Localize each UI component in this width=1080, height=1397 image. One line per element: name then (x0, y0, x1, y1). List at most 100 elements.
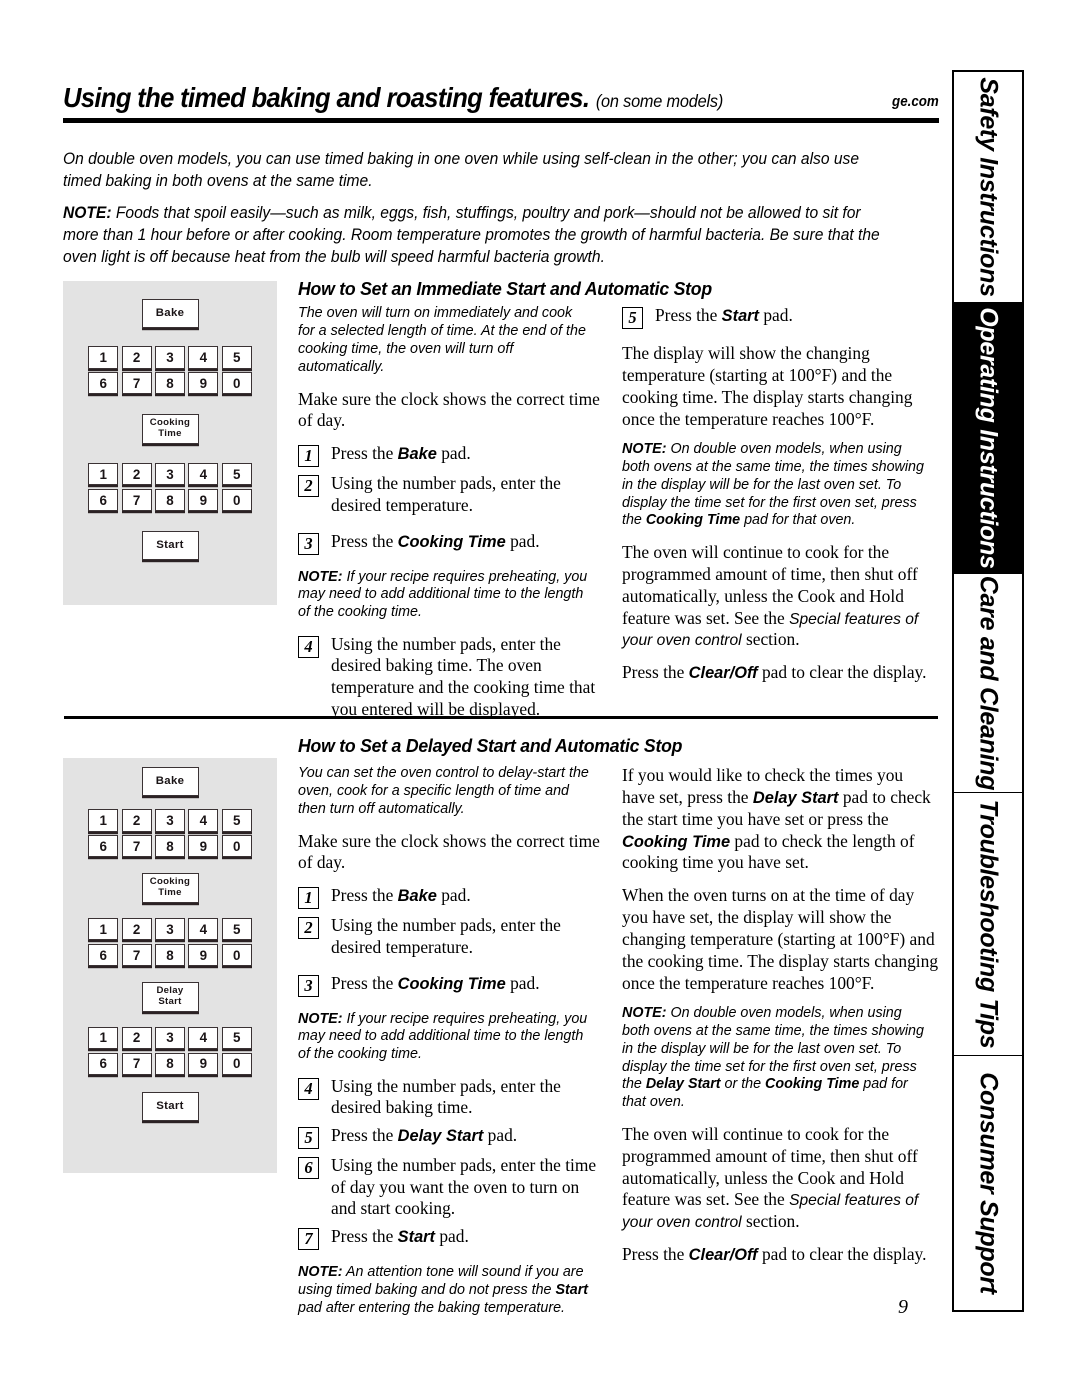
num-key-1[interactable]: 1 (88, 346, 119, 369)
num-key-1[interactable]: 1 (88, 809, 119, 832)
num-key-3[interactable]: 3 (155, 346, 185, 369)
num-key-6[interactable]: 6 (88, 488, 119, 512)
step-text-pre: Using the number pads, enter the desired… (331, 633, 596, 719)
step-text: Press the Bake pad. (331, 885, 603, 907)
num-key-2[interactable]: 2 (121, 346, 152, 369)
note-text-bold: Start (555, 1281, 589, 1298)
num-key-5[interactable]: 5 (221, 917, 252, 941)
page-title-qualifier: (on some models) (595, 91, 724, 111)
step-text-pre: Press the (331, 1125, 398, 1146)
num-key-5[interactable]: 5 (221, 346, 252, 369)
num-key-9[interactable]: 9 (188, 943, 219, 967)
num-key-9[interactable]: 9 (188, 1052, 219, 1076)
step-item: 3 Press the Cooking Time pad. (298, 531, 603, 555)
num-key-8[interactable]: 8 (155, 1052, 185, 1076)
num-key-8[interactable]: 8 (155, 371, 185, 395)
num-key-4[interactable]: 4 (188, 462, 219, 486)
step-number: 4 (298, 1077, 319, 1100)
step-number: 4 (298, 635, 319, 658)
step-item: 3 Press the Cooking Time pad. (298, 973, 603, 997)
sidebar-item-care-and-cleaning[interactable]: Care and Cleaning (954, 574, 1022, 793)
number-row-bottom: 6 7 8 9 0 (88, 371, 252, 395)
start-pad[interactable]: Start (141, 1092, 199, 1122)
section-divider-rule (64, 716, 938, 719)
num-key-3[interactable]: 3 (155, 462, 185, 486)
num-key-4[interactable]: 4 (188, 917, 219, 941)
num-key-9[interactable]: 9 (188, 834, 219, 858)
cooking-time-pad[interactable]: Cooking Time (141, 414, 199, 444)
num-key-3[interactable]: 3 (155, 1026, 185, 1050)
num-key-5[interactable]: 5 (221, 1026, 252, 1050)
sidebar-item-label: Care and Cleaning (974, 575, 1003, 791)
note-label: NOTE: (298, 568, 343, 585)
step-item: 4 Using the number pads, enter the desir… (298, 634, 603, 721)
brand-url: ge.com (892, 93, 939, 110)
step-item: 1 Press the Bake pad. (298, 443, 603, 468)
num-key-2[interactable]: 2 (121, 809, 152, 832)
num-key-0[interactable]: 0 (221, 371, 252, 395)
num-key-8[interactable]: 8 (155, 943, 185, 967)
section-heading-immediate-start: How to Set an Immediate Start and Automa… (298, 278, 712, 299)
num-key-8[interactable]: 8 (155, 834, 185, 858)
step-text: Press the Bake pad. (331, 443, 603, 465)
sidebar-item-consumer-support[interactable]: Consumer Support (954, 1056, 1022, 1310)
sidebar-item-label: Safety Instructions (974, 77, 1003, 297)
num-key-0[interactable]: 0 (221, 943, 252, 967)
clear-text-b: pad to clear the display. (757, 1244, 927, 1265)
step-number: 3 (298, 974, 319, 997)
num-key-0[interactable]: 0 (221, 1052, 252, 1076)
num-key-7[interactable]: 7 (121, 488, 152, 512)
num-key-6[interactable]: 6 (88, 834, 119, 858)
num-key-7[interactable]: 7 (121, 943, 152, 967)
num-key-2[interactable]: 2 (121, 462, 152, 486)
step-text: Using the number pads, enter the time of… (331, 1155, 603, 1220)
number-row-top: 1 2 3 4 5 (88, 917, 252, 941)
step-text-bold: Start (397, 1228, 436, 1247)
num-key-1[interactable]: 1 (88, 917, 119, 941)
num-key-7[interactable]: 7 (121, 1052, 152, 1076)
step-text-bold: Cooking Time (397, 532, 506, 551)
num-key-6[interactable]: 6 (88, 371, 119, 395)
num-key-7[interactable]: 7 (121, 371, 152, 395)
num-key-0[interactable]: 0 (221, 488, 252, 512)
step-text-pre: Press the (655, 305, 722, 325)
bake-pad[interactable]: Bake (141, 299, 199, 328)
num-key-7[interactable]: 7 (121, 834, 152, 858)
page-header: Using the timed baking and roasting feat… (63, 82, 939, 123)
sidebar-item-troubleshooting-tips[interactable]: Troubleshooting Tips (954, 793, 1022, 1056)
num-key-9[interactable]: 9 (188, 488, 219, 512)
step-text-post: pad. (505, 530, 540, 551)
num-key-6[interactable]: 6 (88, 943, 119, 967)
cooking-time-pad[interactable]: Cooking Time (141, 873, 199, 903)
section-heading-delayed-start: How to Set a Delayed Start and Automatic… (298, 735, 683, 756)
num-key-0[interactable]: 0 (221, 834, 252, 858)
num-key-4[interactable]: 4 (188, 346, 219, 369)
num-key-4[interactable]: 4 (188, 809, 219, 832)
num-key-9[interactable]: 9 (188, 371, 219, 395)
start-pad[interactable]: Start (141, 531, 199, 561)
step-text-post: pad. (436, 885, 471, 906)
immediate-clock-note: Make sure the clock shows the correct ti… (298, 388, 600, 431)
delay-start-pad[interactable]: Delay Start (141, 982, 199, 1012)
num-key-1[interactable]: 1 (88, 462, 119, 486)
bake-pad-label: Bake (155, 775, 185, 788)
sidebar-item-label: Troubleshooting Tips (974, 799, 1003, 1049)
num-key-8[interactable]: 8 (155, 488, 185, 512)
num-key-3[interactable]: 3 (155, 809, 185, 832)
num-key-2[interactable]: 2 (121, 1026, 152, 1050)
num-key-1[interactable]: 1 (88, 1026, 119, 1050)
sidebar-item-operating-instructions[interactable]: Operating Instructions (954, 303, 1022, 574)
num-key-2[interactable]: 2 (121, 917, 152, 941)
num-key-5[interactable]: 5 (221, 462, 252, 486)
num-key-6[interactable]: 6 (88, 1052, 119, 1076)
sidebar-item-label: Operating Instructions (974, 307, 1003, 569)
page-title-main: Using the timed baking and roasting feat… (63, 82, 590, 113)
step-text-post: pad. (505, 972, 540, 993)
num-key-3[interactable]: 3 (155, 917, 185, 941)
num-key-4[interactable]: 4 (188, 1026, 219, 1050)
note-label: NOTE: (298, 1264, 343, 1281)
sidebar-item-safety-instructions[interactable]: Safety Instructions (954, 72, 1022, 303)
note-text-bold: Cooking Time (645, 512, 741, 529)
num-key-5[interactable]: 5 (221, 809, 252, 832)
bake-pad[interactable]: Bake (141, 767, 199, 796)
